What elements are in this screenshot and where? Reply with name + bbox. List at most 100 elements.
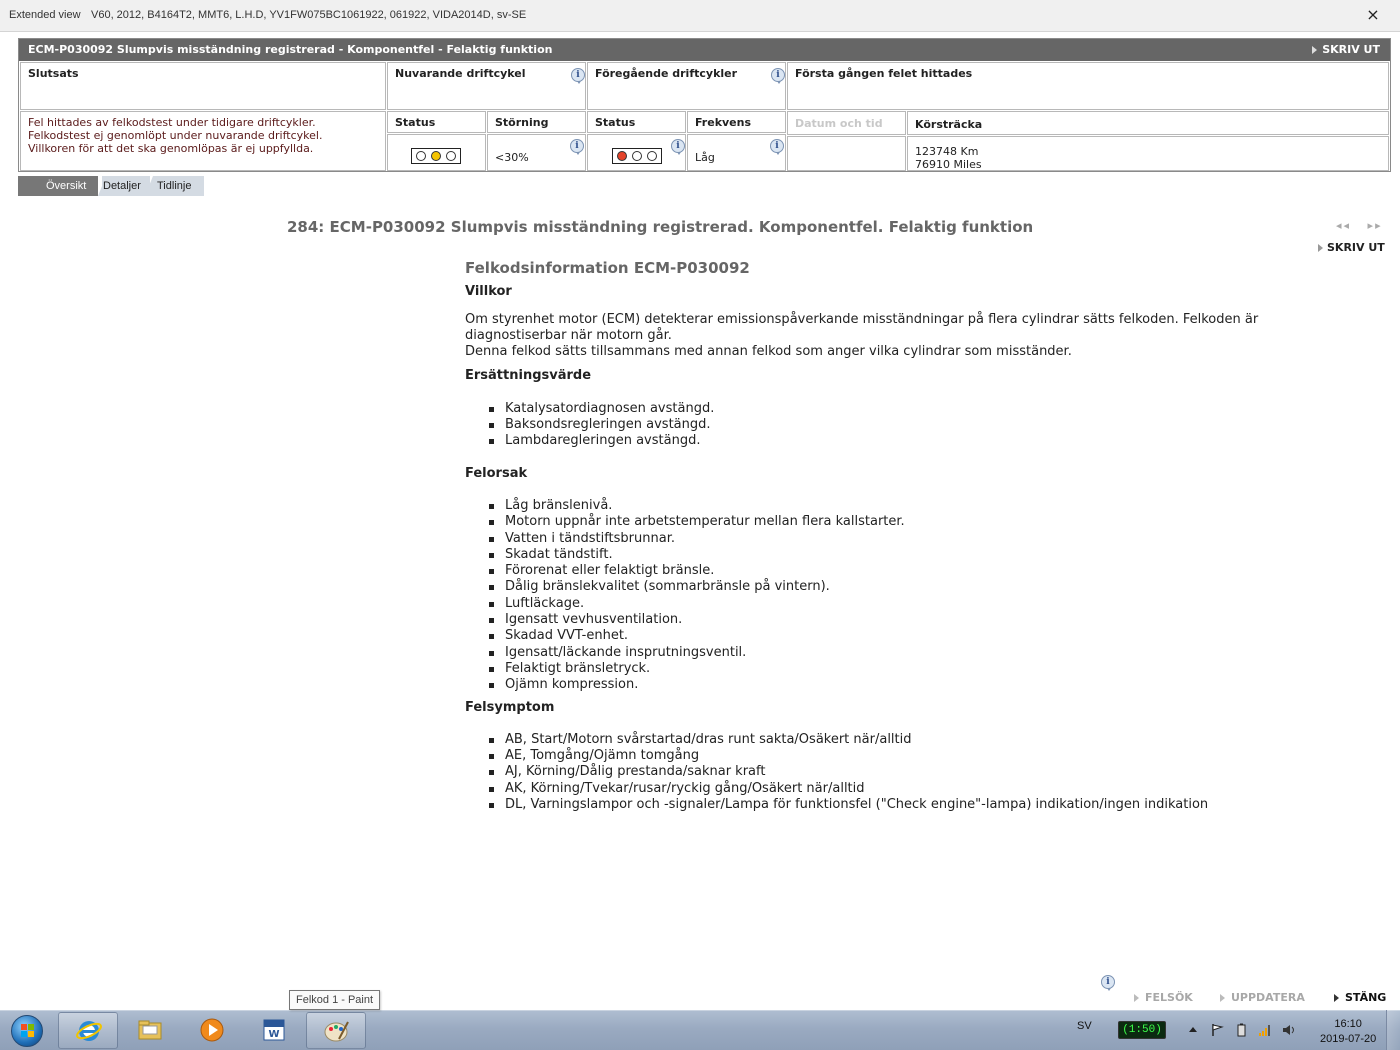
taskbar-app-paint[interactable]: [306, 1012, 366, 1049]
document-navigation: ◂◂ ▸▸: [1336, 219, 1383, 232]
info-icon[interactable]: i: [671, 139, 685, 155]
uppdatera-label: UPPDATERA: [1231, 991, 1305, 1004]
clock-date: 2019-07-20: [1320, 1033, 1377, 1045]
previous-status-cell: i: [587, 134, 686, 171]
battery-indicator[interactable]: (1:50): [1118, 1021, 1166, 1039]
svg-text:W: W: [268, 1029, 279, 1040]
mileage-cell: 123748 Km 76910 Miles: [907, 136, 1389, 171]
slutsats-header-cell: Slutsats: [20, 62, 386, 110]
slutsats-line-2: Felkodstest ej genomlöpt under nuvarande…: [28, 129, 323, 142]
arrow-icon: [1220, 994, 1225, 1002]
print-arrow-icon: [1312, 46, 1318, 54]
list-item: Skadat tändstift.: [487, 547, 1325, 563]
list-item: AK, Körning/Tvekar/rusar/ryckig gång/Osä…: [487, 781, 1325, 797]
symptom-heading: Felsymptom: [465, 699, 555, 715]
current-status-label-cell: Status: [387, 111, 486, 133]
taskbar-app-explorer[interactable]: [120, 1012, 180, 1049]
list-item: Igensatt/läckande insprutningsventil.: [487, 645, 1325, 661]
frequency-label: Frekvens: [695, 116, 752, 129]
folder-icon: [138, 1020, 162, 1040]
datetime-label-cell: Datum och tid: [787, 111, 906, 135]
status-light: [416, 151, 426, 161]
print-button-top[interactable]: SKRIV UT: [1312, 43, 1380, 56]
language-indicator[interactable]: SV: [1077, 1020, 1092, 1032]
volume-icon[interactable]: [1282, 1023, 1296, 1037]
datetime-label: Datum och tid: [795, 117, 883, 130]
document-content: Felkodsinformation ECM-P030092 Villkor O…: [465, 260, 1325, 826]
start-button[interactable]: [2, 1011, 52, 1050]
status-light: [647, 151, 657, 161]
info-heading: Felkodsinformation ECM-P030092: [465, 259, 750, 277]
network-signal-icon[interactable]: [1258, 1023, 1272, 1037]
list-item: Ojämn kompression.: [487, 677, 1325, 693]
disturbance-label-cell: Störning: [487, 111, 586, 133]
action-center-flag-icon[interactable]: [1210, 1023, 1224, 1037]
info-icon[interactable]: i: [571, 68, 585, 84]
list-item: AB, Start/Motorn svårstartad/dras runt s…: [487, 732, 1325, 748]
disturbance-label: Störning: [495, 116, 549, 129]
tab-separator: [145, 176, 153, 196]
current-status-cell: [387, 134, 486, 171]
tab-tidlinje[interactable]: Tidlinje: [153, 176, 204, 196]
mileage-label: Körsträcka: [915, 118, 983, 131]
datetime-cell: [787, 136, 906, 171]
power-battery-icon[interactable]: [1234, 1023, 1248, 1037]
fault-panel: ECM-P030092 Slumpvis misständning regist…: [18, 38, 1391, 172]
mileage-label-cell: Körsträcka: [907, 111, 1389, 135]
taskbar-app-media-player[interactable]: [182, 1012, 242, 1049]
taskbar-app-ie[interactable]: [58, 1012, 118, 1049]
status-light: [632, 151, 642, 161]
status-light: [446, 151, 456, 161]
conditions-paragraph-2: Denna felkod sätts tillsammans med annan…: [465, 344, 1072, 360]
previous-cycles-header-cell: Föregående driftcykler i: [587, 62, 786, 110]
status-light: [431, 151, 441, 161]
previous-status-label: Status: [595, 116, 636, 129]
taskbar-app-word[interactable]: W: [244, 1012, 304, 1049]
mileage-km: 123748 Km: [915, 145, 979, 158]
list-item: Luftläckage.: [487, 596, 1325, 612]
clock[interactable]: 16:10 2019-07-20: [1320, 1017, 1376, 1047]
tab-oversikt[interactable]: Översikt: [18, 176, 98, 196]
print-button-document[interactable]: SKRIV UT: [1318, 241, 1385, 254]
first-found-header-cell: Första gången felet hittades: [787, 62, 1389, 110]
print-arrow-icon: [1318, 244, 1323, 252]
internet-explorer-icon: [76, 1021, 102, 1041]
mileage-miles: 76910 Miles: [915, 158, 982, 171]
next-document-icon[interactable]: ▸▸: [1368, 219, 1383, 232]
previous-status-lights: [612, 148, 662, 164]
frequency-cell: Låg i: [687, 134, 786, 171]
conditions-paragraph-1: Om styrenhet motor (ECM) detekterar emis…: [465, 311, 1259, 343]
close-icon[interactable]: ×: [1362, 5, 1384, 25]
info-icon[interactable]: i: [771, 68, 785, 84]
frequency-label-cell: Frekvens: [687, 111, 786, 133]
info-icon[interactable]: i: [770, 139, 784, 155]
replacement-list: Katalysatordiagnosen avstängd. Baksondsre…: [487, 401, 1325, 450]
list-item: Igensatt vevhusventilation.: [487, 612, 1325, 628]
show-desktop-button[interactable]: [1386, 1010, 1400, 1050]
taskbar-tooltip: Felkod 1 - Paint: [289, 990, 381, 1010]
stang-button[interactable]: STÄNG: [1334, 991, 1386, 1004]
tab-detaljer[interactable]: Detaljer: [102, 176, 150, 196]
media-player-icon: [200, 1018, 224, 1042]
info-icon[interactable]: i: [1101, 975, 1115, 991]
felsok-label: FELSÖK: [1145, 991, 1193, 1004]
status-light: [617, 151, 627, 161]
list-item: DL, Varningslampor och -signaler/Lampa f…: [487, 797, 1325, 813]
document-title: 284: ECM-P030092 Slumpvis misständning r…: [287, 218, 1034, 236]
clock-time: 16:10: [1334, 1018, 1362, 1030]
felsok-button[interactable]: FELSÖK: [1134, 991, 1193, 1004]
cause-list: Låg bränslenivå. Motorn uppnår inte arbet…: [487, 498, 1325, 694]
current-status-lights: [411, 148, 461, 164]
list-item: Katalysatordiagnosen avstängd.: [487, 401, 1325, 417]
show-hidden-icons-icon[interactable]: [1186, 1023, 1200, 1037]
uppdatera-button[interactable]: UPPDATERA: [1220, 991, 1305, 1004]
print-label: SKRIV UT: [1327, 241, 1385, 254]
disturbance-value: <30%: [495, 151, 529, 164]
list-item: Dålig bränslekvalitet (sommarbränsle på …: [487, 579, 1325, 595]
first-found-header: Första gången felet hittades: [795, 67, 973, 80]
fault-title: ECM-P030092 Slumpvis misständning regist…: [28, 43, 553, 56]
list-item: Motorn uppnår inte arbetstemperatur mell…: [487, 514, 1325, 530]
previous-status-label-cell: Status: [587, 111, 686, 133]
info-icon[interactable]: i: [570, 139, 584, 155]
previous-document-icon[interactable]: ◂◂: [1336, 219, 1351, 232]
